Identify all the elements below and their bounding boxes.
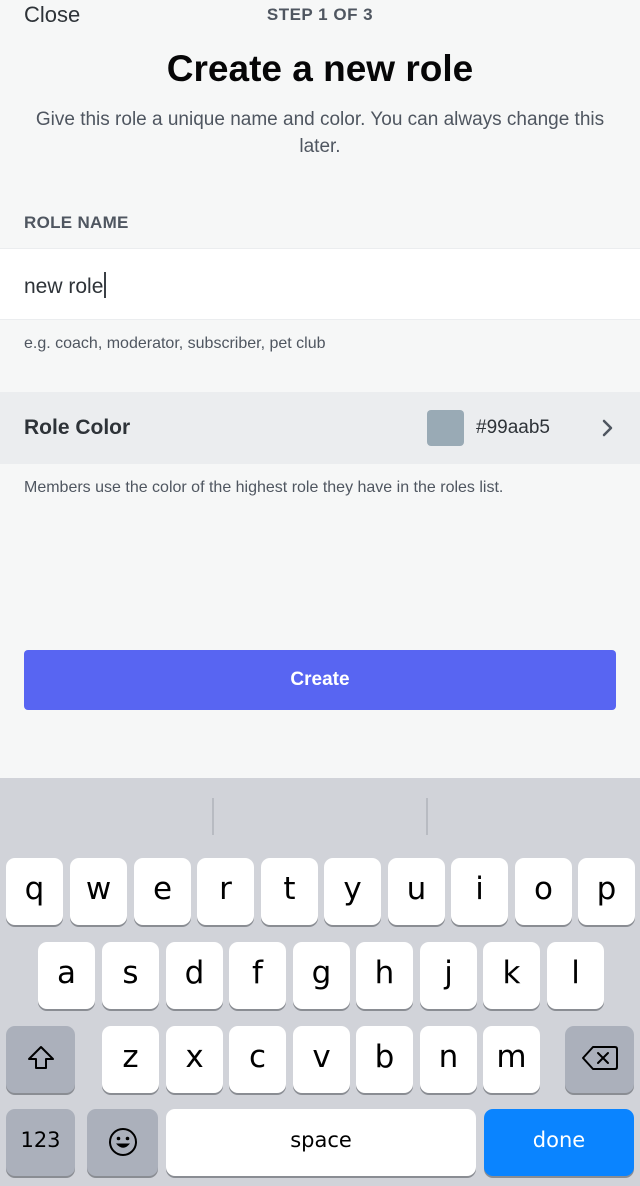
emoji-icon (108, 1128, 137, 1156)
role-color-row[interactable]: Role Color #99aab5 (0, 392, 640, 464)
backspace-icon (581, 1046, 618, 1070)
key-r[interactable]: r (197, 858, 254, 925)
numbers-key[interactable]: 123 (6, 1109, 75, 1176)
space-key[interactable]: space (166, 1109, 476, 1176)
backspace-key[interactable] (565, 1026, 634, 1093)
key-j[interactable]: j (420, 942, 477, 1009)
shift-icon (27, 1046, 54, 1069)
chevron-right-icon (602, 419, 613, 437)
key-b[interactable]: b (356, 1026, 413, 1093)
key-v[interactable]: v (293, 1026, 350, 1093)
step-indicator: STEP 1 OF 3 (266, 5, 374, 24)
role-name-label: ROLE NAME (24, 213, 129, 232)
suggestion-divider (212, 798, 214, 835)
text-caret (104, 272, 107, 298)
key-t[interactable]: t (261, 858, 318, 925)
key-q[interactable]: q (6, 858, 63, 925)
color-hex-value: #99aab5 (476, 417, 550, 438)
on-screen-keyboard: q w e r t y u i o p a s d f g h j k l z … (0, 778, 640, 1186)
key-a[interactable]: a (38, 942, 95, 1009)
page-subtitle: Give this role a unique name and color. … (35, 109, 605, 157)
done-key[interactable]: done (484, 1109, 634, 1176)
shift-key[interactable] (6, 1026, 75, 1093)
key-g[interactable]: g (293, 942, 350, 1009)
key-m[interactable]: m (483, 1026, 540, 1093)
role-name-value[interactable]: new role (24, 272, 107, 299)
key-f[interactable]: f (229, 942, 286, 1009)
key-k[interactable]: k (483, 942, 540, 1009)
role-color-hint: Members use the color of the highest rol… (24, 479, 504, 496)
suggestion-divider (426, 798, 428, 835)
role-color-label: Role Color (24, 416, 131, 439)
key-e[interactable]: e (134, 858, 191, 925)
color-swatch (427, 410, 464, 446)
key-p[interactable]: p (578, 858, 635, 925)
page-title: Create a new role (166, 48, 474, 89)
key-x[interactable]: x (166, 1026, 223, 1093)
key-d[interactable]: d (166, 942, 223, 1009)
key-u[interactable]: u (388, 858, 445, 925)
role-name-hint: e.g. coach, moderator, subscriber, pet c… (24, 335, 326, 352)
header: Close STEP 1 OF 3 (0, 0, 640, 30)
key-n[interactable]: n (420, 1026, 477, 1093)
key-o[interactable]: o (515, 858, 572, 925)
key-c[interactable]: c (229, 1026, 286, 1093)
create-button[interactable]: Create (24, 650, 616, 710)
key-z[interactable]: z (102, 1026, 159, 1093)
key-s[interactable]: s (102, 942, 159, 1009)
key-l[interactable]: l (547, 942, 604, 1009)
key-i[interactable]: i (451, 858, 508, 925)
role-name-input[interactable]: new role (0, 248, 640, 320)
emoji-key[interactable] (87, 1109, 158, 1176)
key-w[interactable]: w (70, 858, 127, 925)
key-y[interactable]: y (324, 858, 381, 925)
key-h[interactable]: h (356, 942, 413, 1009)
